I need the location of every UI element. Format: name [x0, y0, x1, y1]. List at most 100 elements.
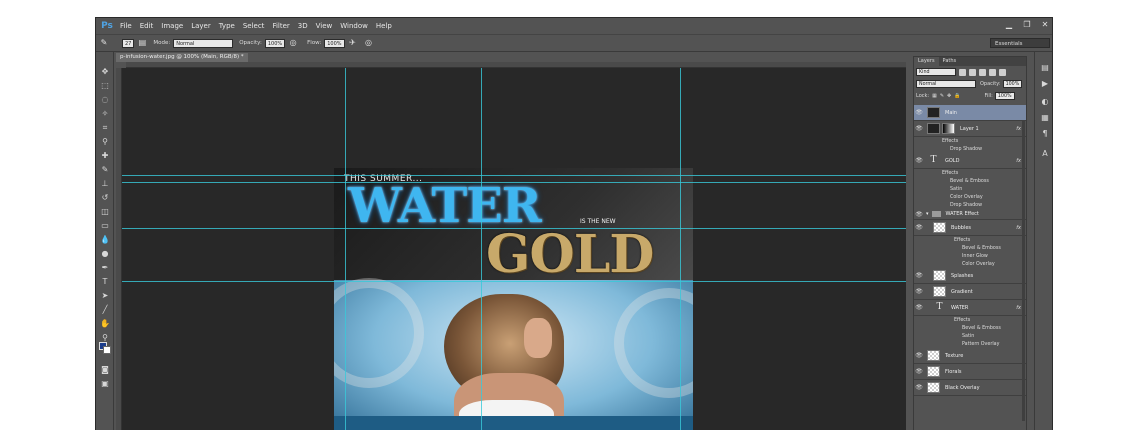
- menu-image[interactable]: Image: [157, 18, 187, 34]
- fx-badge[interactable]: fx: [1016, 158, 1021, 164]
- menu-edit[interactable]: Edit: [136, 18, 158, 34]
- layer-row-layer1[interactable]: 👁 Layer 1 fx: [914, 121, 1026, 137]
- eyedropper-tool-icon[interactable]: ⚲: [99, 136, 111, 148]
- effect-item[interactable]: Bevel & Emboss: [914, 244, 1026, 252]
- fill-field[interactable]: 100%: [994, 92, 1015, 100]
- menu-help[interactable]: Help: [372, 18, 396, 34]
- history-panel-icon[interactable]: ▤: [1039, 62, 1051, 74]
- pixel-filter-icon[interactable]: [959, 68, 966, 76]
- effect-item[interactable]: Satin: [914, 185, 1026, 193]
- effect-item[interactable]: Bevel & Emboss: [914, 324, 1026, 332]
- effect-item[interactable]: Drop Shadow: [914, 145, 1026, 153]
- layer-group-water-effect[interactable]: 👁 ▾ WATER Effect: [914, 209, 1026, 220]
- visibility-eye-icon[interactable]: 👁: [914, 272, 924, 279]
- effect-item[interactable]: Color Overlay: [914, 260, 1026, 268]
- effect-item[interactable]: Inner Glow: [914, 252, 1026, 260]
- brush-tool-icon[interactable]: ✎: [99, 164, 111, 176]
- lock-all-icon[interactable]: 🔒: [954, 93, 960, 99]
- layers-scrollbar[interactable]: [1022, 121, 1025, 421]
- menu-3d[interactable]: 3D: [294, 18, 312, 34]
- history-brush-tool-icon[interactable]: ↺: [99, 192, 111, 204]
- layer-row-main[interactable]: 👁 Main: [914, 105, 1026, 121]
- adjustment-filter-icon[interactable]: [969, 68, 976, 76]
- shape-filter-icon[interactable]: [989, 68, 996, 76]
- visibility-eye-icon[interactable]: 👁: [914, 304, 924, 311]
- gradient-tool-icon[interactable]: ▭: [99, 220, 111, 232]
- visibility-eye-icon[interactable]: 👁: [914, 368, 924, 375]
- filter-kind-select[interactable]: Kind: [916, 68, 956, 76]
- path-selection-tool-icon[interactable]: ➤: [99, 290, 111, 302]
- type-filter-icon[interactable]: [979, 68, 986, 76]
- brush-tool-icon[interactable]: ✎: [99, 38, 109, 48]
- guide-horizontal[interactable]: [122, 228, 906, 229]
- visibility-eye-icon[interactable]: 👁: [914, 157, 924, 164]
- layer-row-florals[interactable]: 👁 Florals: [914, 364, 1026, 380]
- fx-badge[interactable]: fx: [1016, 225, 1021, 231]
- menu-layer[interactable]: Layer: [187, 18, 215, 34]
- visibility-eye-icon[interactable]: 👁: [914, 288, 924, 295]
- background-color-swatch[interactable]: [103, 346, 111, 354]
- guide-horizontal[interactable]: [122, 175, 906, 176]
- brush-panel-icon[interactable]: ▤: [137, 38, 147, 48]
- mode-select[interactable]: Normal: [173, 38, 234, 48]
- airbrush-icon[interactable]: ✈: [348, 38, 358, 48]
- crop-tool-icon[interactable]: ⌗: [99, 122, 111, 134]
- opacity-field[interactable]: 100%: [264, 38, 286, 48]
- move-tool-icon[interactable]: ✥: [99, 66, 111, 78]
- layer-row-black-overlay[interactable]: 👁 Black Overlay: [914, 380, 1026, 396]
- guide-vertical[interactable]: [481, 68, 482, 430]
- lock-pixels-icon[interactable]: ▦: [932, 93, 937, 99]
- pressure-opacity-icon[interactable]: ◎: [288, 38, 298, 48]
- character-panel-icon[interactable]: A: [1039, 148, 1051, 160]
- healing-brush-tool-icon[interactable]: ✚: [99, 150, 111, 162]
- visibility-eye-icon[interactable]: 👁: [914, 109, 924, 116]
- screen-mode-icon[interactable]: ▣: [99, 378, 111, 390]
- dodge-tool-icon[interactable]: ●: [99, 248, 111, 260]
- effect-item[interactable]: Bevel & Emboss: [914, 177, 1026, 185]
- canvas-area[interactable]: THIS SUMMER... WATER IS THE NEW GOLD: [122, 68, 906, 430]
- menu-filter[interactable]: Filter: [268, 18, 293, 34]
- visibility-eye-icon[interactable]: 👁: [914, 125, 924, 132]
- hand-tool-icon[interactable]: ✋: [99, 318, 111, 330]
- adjustments-panel-icon[interactable]: ◐: [1039, 96, 1051, 108]
- restore-icon[interactable]: ❐: [1022, 20, 1032, 30]
- properties-panel-icon[interactable]: ¶: [1039, 128, 1051, 140]
- line-tool-icon[interactable]: ╱: [99, 304, 111, 316]
- effect-item[interactable]: Pattern Overlay: [914, 340, 1026, 348]
- visibility-eye-icon[interactable]: 👁: [914, 211, 924, 218]
- pen-tool-icon[interactable]: ✒: [99, 262, 111, 274]
- effect-item[interactable]: Satin: [914, 332, 1026, 340]
- lock-paint-icon[interactable]: ✎: [940, 93, 944, 99]
- effect-item[interactable]: Color Overlay: [914, 193, 1026, 201]
- guide-horizontal[interactable]: [122, 281, 906, 282]
- type-tool-icon[interactable]: T: [99, 276, 111, 288]
- workspace-select[interactable]: Essentials: [990, 38, 1050, 48]
- menu-file[interactable]: File: [116, 18, 136, 34]
- visibility-eye-icon[interactable]: 👁: [914, 384, 924, 391]
- marquee-tool-icon[interactable]: ⬚: [99, 80, 111, 92]
- brush-size-picker[interactable]: 27: [122, 38, 135, 48]
- visibility-eye-icon[interactable]: 👁: [914, 352, 924, 359]
- expand-triangle-icon[interactable]: ▾: [926, 211, 929, 217]
- layer-row-gold[interactable]: 👁 T GOLD fx: [914, 153, 1026, 169]
- flow-field[interactable]: 100%: [324, 38, 345, 48]
- quick-mask-icon[interactable]: ◙: [99, 364, 111, 376]
- lock-position-icon[interactable]: ✥: [947, 93, 951, 99]
- fx-badge[interactable]: fx: [1016, 305, 1021, 311]
- tab-paths[interactable]: Paths: [939, 57, 961, 66]
- layer-row-splashes[interactable]: 👁 Splashes: [914, 268, 1026, 284]
- clone-stamp-tool-icon[interactable]: ⊥: [99, 178, 111, 190]
- minimize-icon[interactable]: ▁: [1004, 20, 1014, 30]
- channels-panel-icon[interactable]: ▦: [1039, 112, 1051, 124]
- visibility-eye-icon[interactable]: 👁: [914, 224, 924, 231]
- menu-view[interactable]: View: [312, 18, 337, 34]
- guide-vertical[interactable]: [345, 68, 346, 430]
- menu-select[interactable]: Select: [239, 18, 269, 34]
- document-tab[interactable]: p-infusion-water.jpg @ 100% (Main, RGB/8…: [116, 53, 248, 62]
- guide-vertical[interactable]: [680, 68, 681, 430]
- layer-row-gradient[interactable]: 👁 Gradient: [914, 284, 1026, 300]
- layer-row-bubbles[interactable]: 👁 Bubbles fx: [914, 220, 1026, 236]
- effect-item[interactable]: Drop Shadow: [914, 201, 1026, 209]
- fx-badge[interactable]: fx: [1016, 126, 1021, 132]
- layer-opacity-field[interactable]: 100%: [1002, 80, 1023, 88]
